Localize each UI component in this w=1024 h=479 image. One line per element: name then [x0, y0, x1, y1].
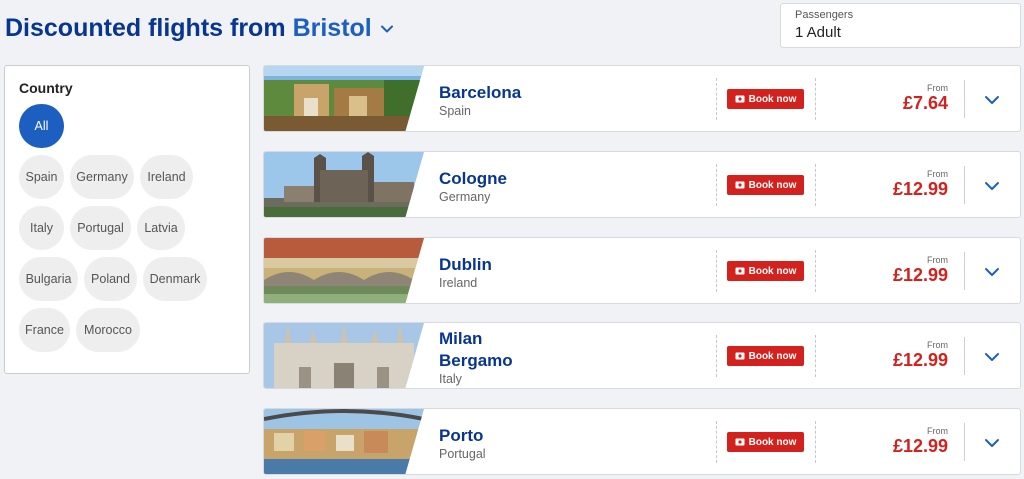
destination-photo: [264, 323, 424, 388]
destination-city: Porto: [439, 425, 484, 445]
price: £12.99: [892, 350, 948, 370]
chip-denmark[interactable]: Denmark: [143, 257, 207, 301]
book-now-button[interactable]: Book now: [727, 346, 804, 366]
destination-city: Dublin: [439, 254, 492, 274]
divider: [815, 421, 816, 463]
origin-city-selector[interactable]: Bristol: [293, 14, 372, 43]
chip-germany[interactable]: Germany: [70, 155, 134, 199]
destination-info: Barcelona Spain: [439, 66, 522, 131]
flight-card-milan-bergamo[interactable]: Milan Bergamo Italy Book now From £12.99: [263, 322, 1021, 389]
ticket-icon: [735, 181, 745, 189]
flight-card-porto[interactable]: Porto Portugal Book now From £12.99: [263, 408, 1021, 475]
divider: [815, 78, 816, 120]
divider: [716, 78, 717, 120]
destination-info: Milan Bergamo Italy: [439, 323, 529, 388]
chevron-down-icon[interactable]: [982, 262, 1002, 282]
chip-spain[interactable]: Spain: [19, 155, 64, 199]
chevron-down-icon[interactable]: [982, 90, 1002, 110]
chip-portugal[interactable]: Portugal: [70, 206, 131, 250]
divider: [815, 335, 816, 377]
price: £12.99: [892, 436, 948, 456]
page-title: Discounted flights from Bristol: [5, 14, 394, 43]
destination-country: Portugal: [439, 446, 486, 461]
chip-morocco[interactable]: Morocco: [76, 308, 140, 352]
destination-country: Spain: [439, 103, 471, 118]
divider: [815, 250, 816, 292]
destination-city: Cologne: [439, 168, 507, 188]
destination-info: Porto Portugal: [439, 409, 486, 474]
passengers-value: 1 Adult: [795, 24, 841, 41]
price: £7.64: [902, 93, 948, 113]
destination-country: Italy: [439, 371, 462, 386]
destination-city: Barcelona: [439, 82, 522, 102]
chip-ireland[interactable]: Ireland: [140, 155, 193, 199]
flight-card-cologne[interactable]: Cologne Germany Book now From £12.99: [263, 151, 1021, 218]
destination-photo: [264, 238, 424, 303]
divider: [815, 164, 816, 206]
passengers-selector[interactable]: Passengers 1 Adult: [780, 3, 1021, 48]
ticket-icon: [735, 95, 745, 103]
passengers-label: Passengers: [795, 9, 854, 21]
divider: [716, 164, 717, 206]
book-now-label: Book now: [748, 350, 797, 362]
divider: [716, 250, 717, 292]
divider: [716, 421, 717, 463]
destination-country: Ireland: [439, 275, 478, 290]
divider: [716, 335, 717, 377]
country-filter-panel: Country All Spain Germany Ireland Italy …: [4, 65, 250, 374]
book-now-label: Book now: [748, 93, 797, 105]
separator: [964, 252, 965, 290]
flight-card-dublin[interactable]: Dublin Ireland Book now From £12.99: [263, 237, 1021, 304]
separator: [964, 337, 965, 375]
chevron-down-icon[interactable]: [982, 347, 1002, 367]
book-now-button[interactable]: Book now: [727, 261, 804, 281]
ticket-icon: [735, 438, 745, 446]
separator: [964, 80, 965, 118]
destination-country: Germany: [439, 189, 491, 204]
chevron-down-icon[interactable]: [982, 433, 1002, 453]
book-now-label: Book now: [748, 436, 797, 448]
ticket-icon: [735, 267, 745, 275]
chevron-down-icon[interactable]: [982, 176, 1002, 196]
book-now-label: Book now: [748, 179, 797, 191]
country-filter-title: Country: [19, 80, 73, 96]
ticket-icon: [735, 352, 745, 360]
from-label: From: [927, 169, 948, 179]
from-label: From: [927, 340, 948, 350]
from-label: From: [927, 83, 948, 93]
chip-france[interactable]: France: [19, 308, 70, 352]
separator: [964, 166, 965, 204]
price: £12.99: [892, 179, 948, 199]
chip-poland[interactable]: Poland: [84, 257, 137, 301]
destination-photo: [264, 66, 424, 131]
destination-photo: [264, 409, 424, 474]
destination-info: Cologne Germany: [439, 152, 507, 217]
book-now-label: Book now: [748, 265, 797, 277]
destination-photo: [264, 152, 424, 217]
from-label: From: [927, 255, 948, 265]
destination-info: Dublin Ireland: [439, 238, 492, 303]
separator: [964, 423, 965, 461]
flight-card-barcelona[interactable]: Barcelona Spain Book now From £7.64: [263, 65, 1021, 132]
chip-all[interactable]: All: [19, 104, 64, 148]
from-label: From: [927, 426, 948, 436]
book-now-button[interactable]: Book now: [727, 89, 804, 109]
book-now-button[interactable]: Book now: [727, 175, 804, 195]
price: £12.99: [892, 265, 948, 285]
destination-city: Milan Bergamo: [439, 328, 513, 370]
chip-bulgaria[interactable]: Bulgaria: [19, 257, 78, 301]
chip-italy[interactable]: Italy: [19, 206, 64, 250]
chevron-down-icon[interactable]: [380, 22, 394, 36]
page-title-prefix: Discounted flights from: [5, 14, 286, 42]
book-now-button[interactable]: Book now: [727, 432, 804, 452]
chip-latvia[interactable]: Latvia: [137, 206, 185, 250]
